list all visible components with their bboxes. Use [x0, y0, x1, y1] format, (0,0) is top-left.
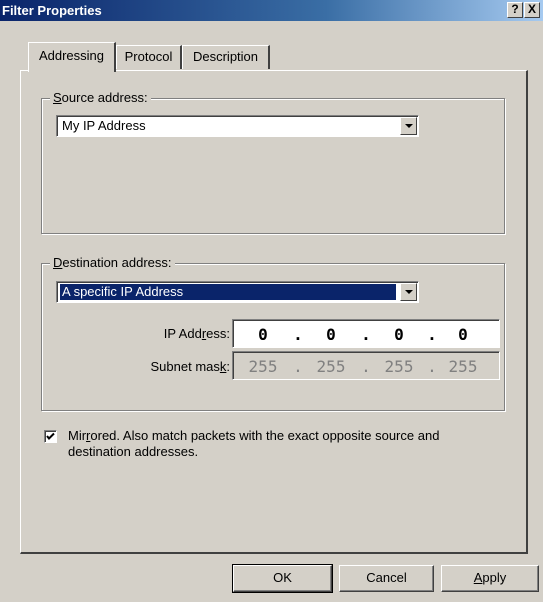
chevron-down-icon — [405, 290, 413, 294]
window-title: Filter Properties — [2, 3, 102, 18]
tab-protocol[interactable]: Protocol — [116, 45, 182, 69]
subnet-mask-field: 255 . 255 . 255 . 255 — [232, 351, 500, 380]
destination-address-value: A specific IP Address — [59, 283, 397, 301]
destination-dropdown-button[interactable] — [400, 283, 417, 301]
subnet-octet-2: 255 — [316, 357, 346, 376]
ip-octet-4[interactable]: 0 — [443, 325, 483, 344]
help-button[interactable]: ? — [507, 2, 523, 18]
destination-address-label: Destination address: — [50, 255, 175, 270]
subnet-octet-1: 255 — [248, 357, 278, 376]
ip-octet-1[interactable]: 0 — [243, 325, 283, 344]
destination-address-group: Destination address: A specific IP Addre… — [41, 255, 505, 411]
cancel-button[interactable]: Cancel — [339, 565, 434, 592]
subnet-mask-label: Subnet mask: — [150, 359, 231, 374]
tab-description[interactable]: Description — [182, 45, 270, 69]
filter-properties-dialog: Filter Properties ? X Addressing Protoco… — [0, 0, 543, 602]
ip-separator: . — [427, 325, 437, 344]
ok-button[interactable]: OK — [232, 564, 333, 593]
ip-address-field[interactable]: 0 . 0 . 0 . 0 — [232, 319, 500, 348]
subnet-separator: . — [427, 357, 437, 376]
tab-addressing[interactable]: Addressing — [28, 42, 116, 72]
ip-separator: . — [293, 325, 303, 344]
source-address-label: Source address: — [50, 90, 151, 105]
title-bar[interactable]: Filter Properties ? X — [0, 0, 543, 21]
subnet-separator: . — [293, 357, 303, 376]
source-dropdown-button[interactable] — [400, 117, 417, 135]
chevron-down-icon — [405, 124, 413, 128]
subnet-octet-3: 255 — [384, 357, 414, 376]
subnet-octet-4: 255 — [448, 357, 478, 376]
ip-separator: . — [361, 325, 371, 344]
source-address-value: My IP Address — [62, 118, 146, 133]
apply-button[interactable]: Apply — [441, 565, 539, 592]
ip-octet-3[interactable]: 0 — [379, 325, 419, 344]
ip-octet-2[interactable]: 0 — [311, 325, 351, 344]
destination-address-combobox[interactable]: A specific IP Address — [56, 281, 419, 303]
tab-panel-addressing: Source address: My IP Address Destinatio… — [20, 70, 528, 554]
mirrored-label[interactable]: Mirrored. Also match packets with the ex… — [68, 428, 439, 460]
source-address-combobox[interactable]: My IP Address — [56, 115, 419, 137]
source-address-group: Source address: My IP Address — [41, 90, 505, 234]
close-button[interactable]: X — [524, 2, 540, 18]
subnet-separator: . — [361, 357, 371, 376]
ip-address-label: IP Address: — [163, 326, 230, 341]
